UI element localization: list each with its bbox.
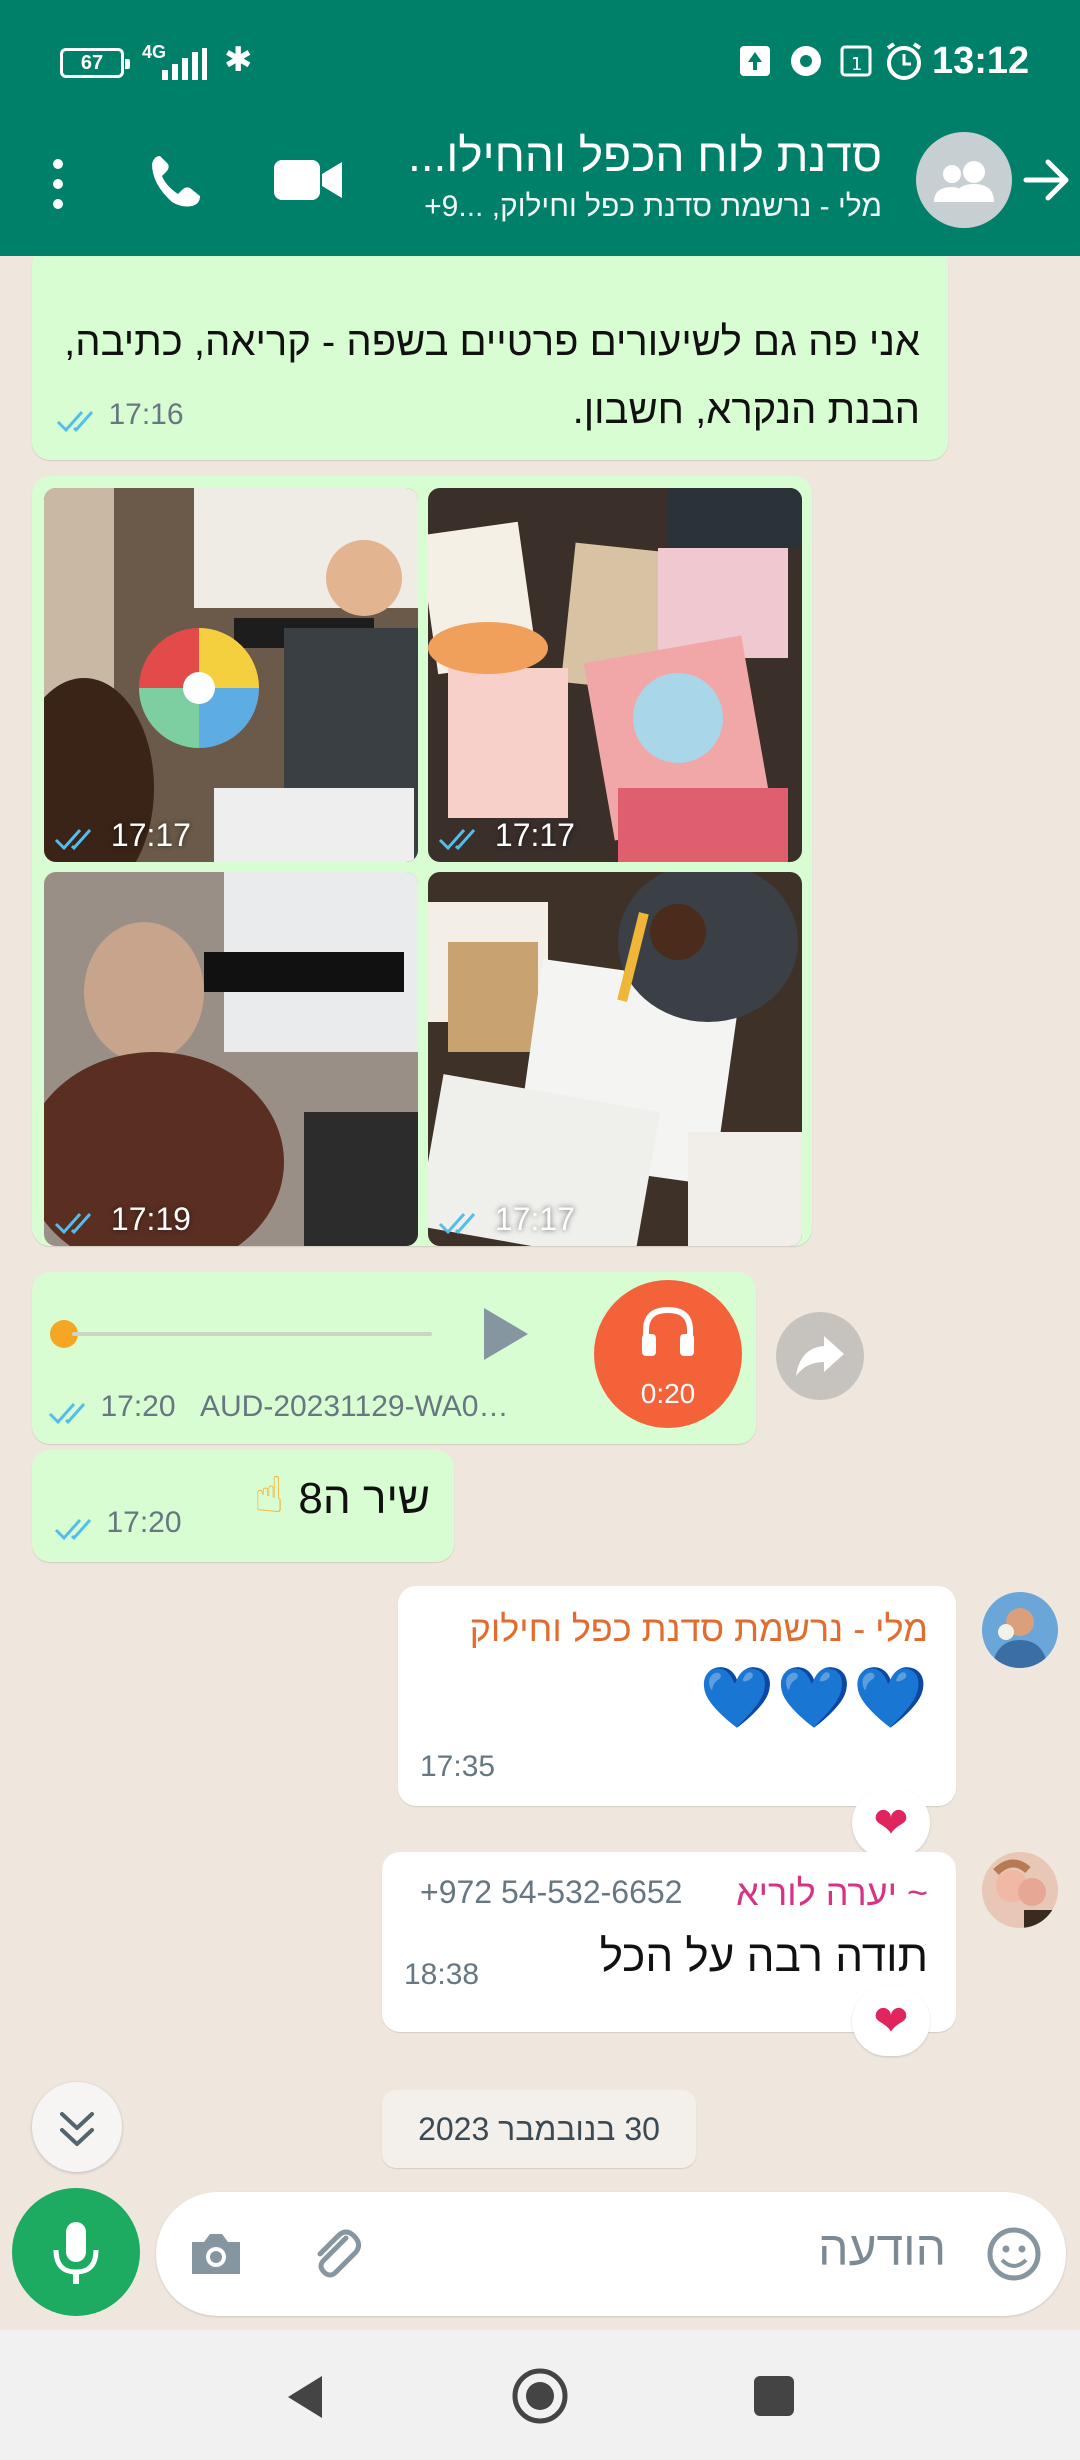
heart-reaction-icon: ❤ [873, 1997, 909, 2044]
forward-icon [796, 1336, 844, 1376]
audio-avatar: 0:20 [594, 1280, 742, 1428]
reaction-badge[interactable]: ❤ [852, 1788, 930, 1858]
audio-message-bubble[interactable]: 0:20 17:20 AUD-20231129-WA0… [32, 1272, 756, 1444]
chat-subtitle[interactable]: מלי - נרשמת סדנת כפל וחילוק, ...9+ [342, 190, 882, 224]
photo-time: 17:17 [494, 817, 575, 853]
read-ticks-icon [54, 828, 92, 850]
heart-reaction-icon: ❤ [873, 1799, 909, 1846]
forward-button[interactable] [776, 1312, 864, 1400]
read-ticks-icon [438, 828, 476, 850]
photo-meta: 17:17 [54, 817, 191, 854]
photo-image [44, 488, 418, 862]
signal-icon [162, 48, 207, 80]
photo-time: 17:19 [110, 1201, 191, 1237]
message-time: 18:38 [404, 1958, 480, 1991]
clock: 13:12 [932, 40, 1030, 82]
message-bubble[interactable]: 17:20 ☝ שיר ה8 [32, 1450, 454, 1562]
message-bubble[interactable]: אני פה גם לשיעורים פרטיים בשפה - קריאה, … [32, 256, 948, 460]
photo-image [428, 488, 802, 862]
battery-icon: 67 [60, 48, 130, 78]
pointing-up-emoji: ☝ [254, 1467, 285, 1523]
message-bubble[interactable]: מלי - נרשמת סדנת כפל וחילוק 💙💙💙 17:35 [398, 1586, 956, 1806]
headphones-icon [642, 1306, 694, 1356]
sender-avatar[interactable] [982, 1852, 1058, 1928]
system-nav-bar [0, 2330, 1080, 2460]
camera-icon[interactable] [186, 2224, 246, 2284]
message-placeholder: הודעה [818, 2223, 946, 2276]
scroll-to-bottom-button[interactable] [32, 2082, 122, 2172]
read-ticks-icon [54, 1212, 92, 1234]
svg-text:1: 1 [851, 54, 862, 75]
status-bar: 67 4G ✱ 1 13:12 [0, 0, 1080, 128]
read-ticks-icon [438, 1212, 476, 1234]
chat-header: סדנת לוח הכפל והחילו... מלי - נרשמת סדנת… [0, 128, 1080, 256]
photo-meta: 17:17 [438, 1201, 575, 1238]
audio-progress-track[interactable] [72, 1332, 432, 1336]
nav-back-icon[interactable] [282, 2372, 332, 2422]
chat-area[interactable]: אני פה גם לשיעורים פרטיים בשפה - קריאה, … [0, 256, 1080, 2330]
photo-meta: 17:17 [438, 817, 575, 854]
microphone-icon [53, 2222, 99, 2284]
audio-filename: AUD-20231129-WA0… [199, 1390, 509, 1423]
photo-time: 17:17 [110, 817, 191, 853]
message-meta: 17:20 AUD-20231129-WA0… [48, 1390, 508, 1426]
message-meta: 17:16 [56, 398, 184, 434]
emoji-icon[interactable] [984, 2224, 1044, 2284]
reaction-badge[interactable]: ❤ [852, 1986, 930, 2056]
group-avatar[interactable] [916, 132, 1012, 228]
mic-button[interactable] [12, 2188, 140, 2316]
heart-emojis: 💙💙💙 [699, 1664, 930, 1731]
photo-image [44, 872, 418, 1246]
bluetooth-icon: ✱ [224, 41, 253, 79]
attach-icon[interactable] [306, 2224, 366, 2284]
sender-name[interactable]: ~ יערה לוריא [736, 1872, 928, 1914]
sender-phone: +972 54-532-6652 [420, 1874, 683, 1910]
message-text: שיר ה8 [298, 1474, 430, 1523]
photo-thumbnail[interactable]: 17:17 [428, 488, 802, 862]
sender-avatar[interactable] [982, 1592, 1058, 1668]
photo-thumbnail[interactable]: 17:17 [428, 872, 802, 1246]
message-time: 17:20 [100, 1390, 176, 1423]
photo-album-bubble[interactable]: 17:17 17:17 17:19 17:17 [32, 476, 812, 1246]
read-ticks-icon [48, 1402, 86, 1424]
message-input[interactable]: הודעה [156, 2192, 1066, 2316]
nav-recents-icon[interactable] [752, 2374, 796, 2418]
double-chevron-down-icon [60, 2112, 94, 2146]
group-icon [934, 161, 994, 202]
message-time: 17:35 [420, 1750, 496, 1783]
photo-thumbnail[interactable]: 17:17 [44, 488, 418, 862]
avatar-image [982, 1852, 1058, 1928]
photo-time: 17:17 [494, 1201, 575, 1237]
audio-duration: 0:20 [640, 1378, 696, 1409]
message-text: תודה רבה על הכל [599, 1932, 928, 1981]
message-meta: 17:20 [54, 1506, 182, 1542]
date-separator: 30 בנובמבר 2023 [382, 2090, 696, 2168]
play-icon[interactable] [472, 1304, 532, 1364]
more-options-icon[interactable] [44, 156, 72, 212]
sender-name[interactable]: מלי - נרשמת סדנת כפל וחילוק [470, 1608, 928, 1650]
phone-call-icon[interactable] [146, 150, 206, 210]
message-time: 17:20 [106, 1506, 182, 1539]
photo-image [428, 872, 802, 1246]
read-ticks-icon [56, 410, 94, 432]
notification-icons: 1 [740, 42, 922, 80]
photo-thumbnail[interactable]: 17:19 [44, 872, 418, 1246]
chat-title[interactable]: סדנת לוח הכפל והחילו... [342, 128, 882, 182]
nav-home-icon[interactable] [510, 2366, 570, 2426]
back-arrow-icon[interactable] [1018, 152, 1074, 208]
read-ticks-icon [54, 1518, 92, 1540]
video-call-icon[interactable] [272, 152, 344, 208]
photo-meta: 17:19 [54, 1201, 191, 1238]
avatar-image [982, 1592, 1058, 1668]
battery-level: 67 [80, 52, 104, 74]
message-time: 17:16 [108, 398, 184, 431]
